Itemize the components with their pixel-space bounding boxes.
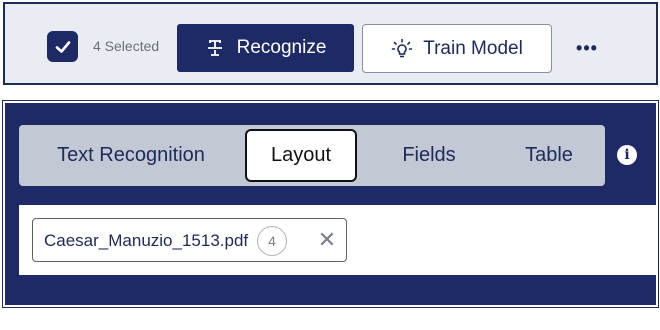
tab-fields[interactable]: Fields <box>374 125 484 186</box>
file-chip[interactable]: Caesar_Manuzio_1513.pdf 4 ✕ <box>32 218 347 262</box>
info-icon[interactable]: i <box>617 145 637 165</box>
selected-count-label: 4 Selected <box>93 38 160 54</box>
checkmark-icon <box>55 40 70 53</box>
close-icon[interactable]: ✕ <box>317 227 337 252</box>
more-options-button[interactable]: ••• <box>573 38 601 58</box>
select-all-checkbox[interactable] <box>47 31 78 62</box>
tab-layout[interactable]: Layout <box>245 129 357 182</box>
file-list: Caesar_Manuzio_1513.pdf 4 ✕ <box>19 205 658 275</box>
mode-tabs: Text Recognition Layout Fields Table <box>19 125 605 186</box>
selection-toolbar: 4 Selected Recognize Train Model ••• <box>3 2 658 85</box>
train-model-button[interactable]: Train Model <box>362 24 552 73</box>
train-model-button-label: Train Model <box>423 37 523 59</box>
recognize-button[interactable]: Recognize <box>177 24 354 72</box>
tab-text-recognition[interactable]: Text Recognition <box>31 125 231 186</box>
document-panel: Text Recognition Layout Fields Table i C… <box>2 100 659 308</box>
tab-table[interactable]: Table <box>494 125 604 186</box>
text-recognize-icon <box>207 40 222 56</box>
lightbulb-icon <box>391 38 413 57</box>
file-name: Caesar_Manuzio_1513.pdf <box>44 231 249 250</box>
page-count-badge: 4 <box>257 226 287 256</box>
recognize-button-label: Recognize <box>236 37 327 58</box>
